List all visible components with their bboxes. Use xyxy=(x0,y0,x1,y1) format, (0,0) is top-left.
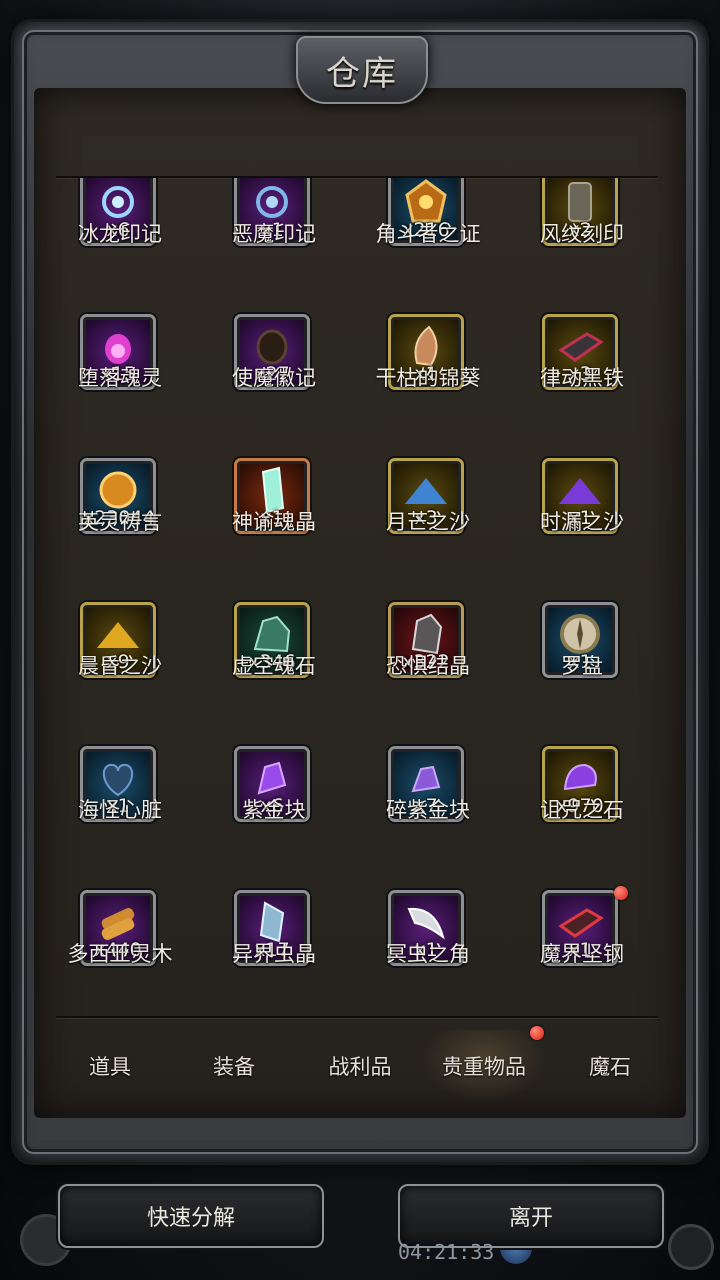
inventory-item[interactable]: x216 角斗者之证 xyxy=(348,178,508,300)
tab-label: 魔石 xyxy=(589,1055,631,1079)
item-name: 风纹刻印 xyxy=(540,222,624,246)
item-name: 角斗者之证 xyxy=(375,222,481,246)
inventory-item[interactable]: x1 海怪心脏 xyxy=(40,746,200,876)
add-circle-icon xyxy=(668,1224,714,1270)
inventory-item[interactable]: x322 恐惧结晶 xyxy=(348,602,508,732)
inventory-item[interactable]: x1 罗盘 xyxy=(502,602,662,732)
inventory-item[interactable]: x1 魔界坚钢 xyxy=(502,886,662,1014)
tab-loot[interactable]: 战利品 xyxy=(298,1030,422,1102)
divider-bottom xyxy=(56,1016,658,1018)
item-name: 恶魔印记 xyxy=(232,222,316,246)
item-name: 月芒之沙 xyxy=(386,510,470,534)
inventory-item[interactable]: x3 月芒之沙 xyxy=(348,458,508,588)
item-name: 英灵祷言 xyxy=(78,510,162,534)
inventory-item[interactable]: x2 风纹刻印 xyxy=(502,178,662,300)
inventory-item[interactable]: x3 律动黑铁 xyxy=(502,314,662,444)
inventory-item[interactable]: x6 冰龙印记 xyxy=(40,178,200,300)
tab-items[interactable]: 道具 xyxy=(48,1030,172,1102)
item-name: 虚空魂石 xyxy=(232,654,316,678)
tab-valuables[interactable]: 贵重物品 xyxy=(422,1026,546,1102)
inventory-item[interactable]: x17 异界虫晶 xyxy=(194,890,354,1014)
item-name: 诅咒之石 xyxy=(540,798,624,822)
item-name: 恐惧结晶 xyxy=(386,654,470,678)
item-name: 多西亚灵木 xyxy=(67,942,173,966)
tab-label: 道具 xyxy=(89,1055,131,1079)
inventory-item[interactable]: x1 时漏之沙 xyxy=(502,458,662,588)
tab-label: 贵重物品 xyxy=(442,1055,526,1079)
quick-decompose-button[interactable]: 快速分解 xyxy=(58,1184,324,1248)
item-name: 魔界坚钢 xyxy=(540,942,624,966)
tab-label: 战利品 xyxy=(328,1055,392,1079)
new-item-badge xyxy=(614,886,628,900)
tab-equipment[interactable]: 装备 xyxy=(172,1030,296,1102)
inventory-item[interactable]: x440 多西亚灵木 xyxy=(40,890,200,1014)
category-tabs: 道具 装备 战利品 贵重物品 魔石 xyxy=(40,1026,680,1102)
inventory-item[interactable]: x1 神谕魂晶 xyxy=(194,458,354,588)
inventory-item[interactable]: x1 冥虫之角 xyxy=(348,890,508,1014)
item-name: 神谕魂晶 xyxy=(232,510,316,534)
item-grid[interactable]: x6 冰龙印记 x1 恶魔印记 x216 角斗者之证 x2 风纹刻印 x15 堕落魂灵 x27 使魔徽… xyxy=(40,178,680,1014)
tab-notification-badge xyxy=(530,1026,544,1040)
item-name: 干枯的锦葵 xyxy=(375,366,481,390)
inventory-item[interactable]: x1 干枯的锦葵 xyxy=(348,314,508,444)
leave-button[interactable]: 离开 xyxy=(398,1184,664,1248)
item-name: 海怪心脏 xyxy=(78,798,162,822)
inventory-item[interactable]: x7 碎紫金块 xyxy=(348,746,508,876)
item-name: 异界虫晶 xyxy=(232,942,316,966)
item-name: 堕落魂灵 xyxy=(78,366,162,390)
window-title: 仓库 xyxy=(326,53,398,94)
item-name: 律动黑铁 xyxy=(540,366,624,390)
tab-label: 装备 xyxy=(213,1055,255,1079)
inventory-item[interactable]: x9 晨昏之沙 xyxy=(40,602,200,732)
tab-magic-stones[interactable]: 魔石 xyxy=(548,1030,672,1102)
window-title-plate: 仓库 xyxy=(296,36,428,104)
inventory-item[interactable]: x1 恶魔印记 xyxy=(194,178,354,300)
item-name: 晨昏之沙 xyxy=(78,654,162,678)
item-name: 碎紫金块 xyxy=(386,798,470,822)
item-name: 紫金块 xyxy=(242,798,306,822)
item-name: 冥虫之角 xyxy=(386,942,470,966)
inventory-item[interactable]: x346 虚空魂石 xyxy=(194,602,354,732)
item-name: 使魔徽记 xyxy=(232,366,316,390)
inventory-item[interactable]: x27 使魔徽记 xyxy=(194,314,354,444)
item-name: 时漏之沙 xyxy=(540,510,624,534)
inventory-item[interactable]: x15 堕落魂灵 xyxy=(40,314,200,444)
game-clock: 04:21:33 xyxy=(398,1240,495,1264)
item-name: 冰龙印记 xyxy=(78,222,162,246)
inventory-item[interactable]: x23044 英灵祷言 xyxy=(40,458,200,588)
item-name: 罗盘 xyxy=(561,654,603,678)
inventory-item[interactable]: x970 诅咒之石 xyxy=(502,746,662,876)
inventory-item[interactable]: x6 紫金块 xyxy=(194,746,354,876)
